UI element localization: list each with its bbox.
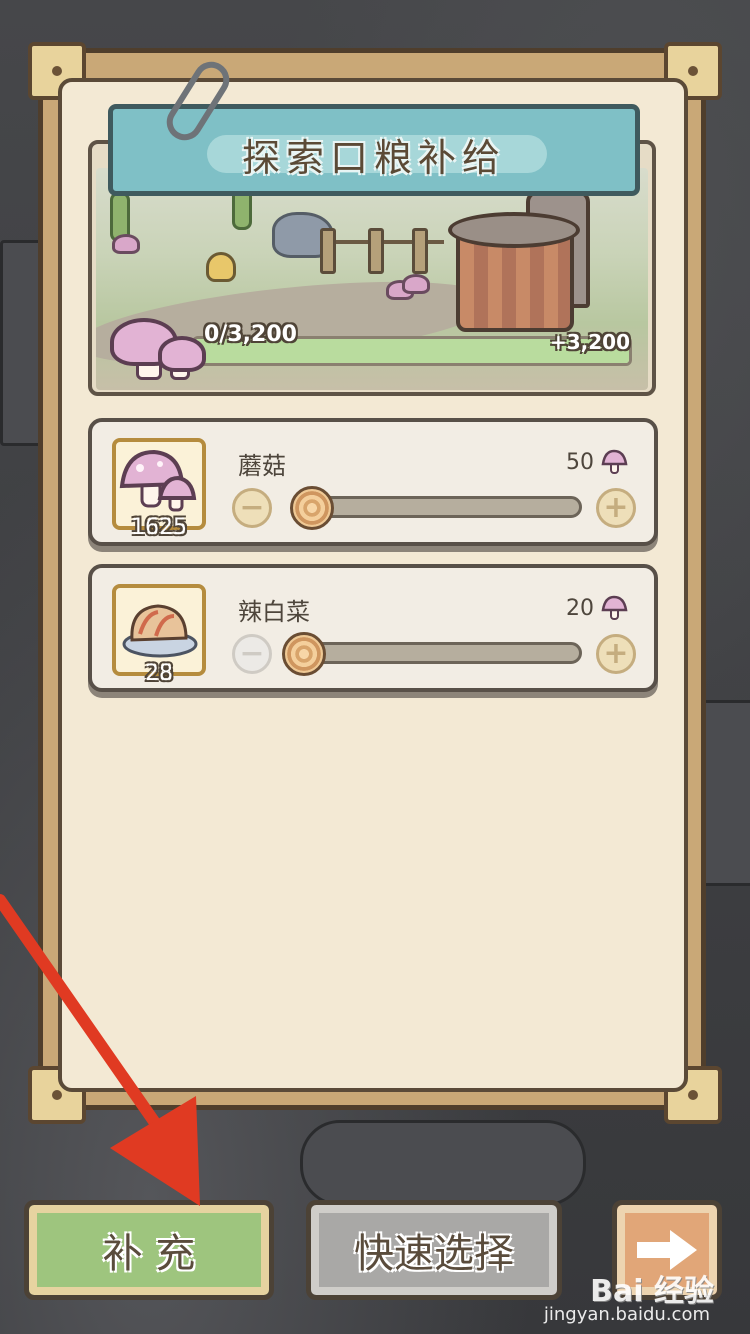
mushroom-icon <box>119 449 197 512</box>
fence-post <box>412 228 428 274</box>
kimchi-icon <box>122 604 198 658</box>
decrease-button[interactable]: − <box>232 488 272 528</box>
mushroom-icon <box>112 234 140 254</box>
food-item-row: 28 辣白菜 20 − + <box>88 564 658 692</box>
mushroom-currency-icon <box>601 595 628 620</box>
background-building <box>700 700 750 886</box>
watermark-url: jingyan.baidu.com <box>543 1304 710 1325</box>
decrease-button[interactable]: − <box>232 634 272 674</box>
quick-select-button[interactable]: 快速选择 <box>306 1200 562 1300</box>
fence-post <box>368 228 384 274</box>
snail-icon <box>206 252 236 282</box>
well-rim <box>448 212 580 248</box>
item-cost: 50 <box>566 450 594 475</box>
rations-current: 0/3,200 <box>204 322 297 347</box>
quantity-slider[interactable] <box>292 496 582 518</box>
mushroom-currency-icon <box>601 449 628 474</box>
slider-knob[interactable] <box>282 632 326 676</box>
item-name: 辣白菜 <box>238 598 310 626</box>
rations-added: +3,200 <box>549 330 630 354</box>
slider-knob[interactable] <box>290 486 334 530</box>
item-name: 蘑菇 <box>238 452 286 480</box>
mushroom-icon <box>402 274 430 294</box>
item-stock-count: 28 <box>145 661 173 686</box>
quantity-slider[interactable] <box>284 642 582 664</box>
item-icon-box: 1625 <box>112 438 206 540</box>
item-stock-count: 1625 <box>131 515 187 540</box>
next-arrow-icon <box>637 1230 697 1270</box>
increase-button[interactable]: + <box>596 634 636 674</box>
mushroom-cluster-icon <box>110 318 206 380</box>
background-pipe <box>300 1120 586 1206</box>
supply-button[interactable]: 补 充 <box>24 1200 274 1300</box>
item-cost: 20 <box>566 596 594 621</box>
item-icon-box: 28 <box>112 584 206 686</box>
increase-button[interactable]: + <box>596 488 636 528</box>
fence-post <box>320 228 336 274</box>
food-item-row: 1625 蘑菇 50 − + <box>88 418 658 546</box>
